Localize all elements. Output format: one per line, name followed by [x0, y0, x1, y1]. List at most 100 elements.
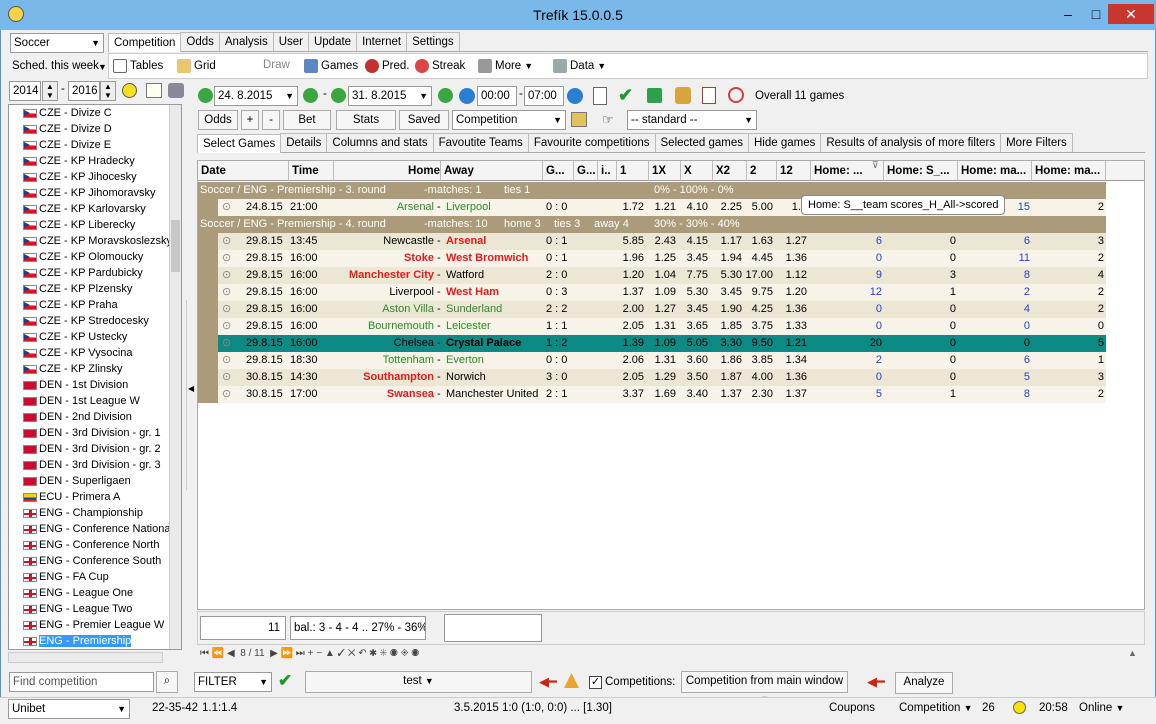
- column-header[interactable]: Time: [289, 161, 334, 181]
- cell-home[interactable]: Southampton: [363, 369, 434, 386]
- competition-item[interactable]: ENG - League Two: [9, 601, 181, 617]
- row-arrow-icon[interactable]: ⊙: [222, 199, 231, 216]
- refresh-icon[interactable]: [567, 88, 583, 104]
- match-row[interactable]: ⊙ 29.8.15 16:00 Liverpool - West Ham 0 : 3 1.37…: [198, 284, 1106, 301]
- column-header[interactable]: X2: [713, 161, 747, 181]
- competition-item[interactable]: CZE - KP Plzensky: [9, 281, 181, 297]
- plus-button[interactable]: +: [241, 110, 259, 130]
- tag-icon[interactable]: [168, 83, 184, 98]
- scrollbar-thumb[interactable]: [171, 220, 180, 272]
- report-icon[interactable]: [702, 87, 716, 104]
- excel-icon[interactable]: [647, 88, 662, 103]
- column-header[interactable]: Home: S_...: [884, 161, 958, 181]
- filter-select[interactable]: FILTER ▼: [194, 672, 272, 692]
- games-button[interactable]: Games: [304, 59, 358, 73]
- cell-home[interactable]: Swansea: [387, 386, 434, 403]
- coupons-button[interactable]: Coupons: [829, 702, 875, 714]
- user-icon[interactable]: [675, 87, 691, 104]
- competition-item[interactable]: DEN - 1st Division: [9, 377, 181, 393]
- cell-away[interactable]: Everton: [446, 352, 484, 369]
- competition-item[interactable]: DEN - 3rd Division - gr. 1: [9, 425, 181, 441]
- column-header[interactable]: Home: ma...: [958, 161, 1032, 181]
- sub-tab[interactable]: Details: [280, 133, 328, 152]
- more-button[interactable]: More ▼: [478, 59, 533, 73]
- cell-away[interactable]: Manchester United: [446, 386, 538, 403]
- competition-item[interactable]: ENG - Premiership: [9, 633, 181, 649]
- date-from[interactable]: 24. 8.2015 ▼: [214, 86, 298, 106]
- row-arrow-icon[interactable]: ⊙: [222, 386, 231, 403]
- match-row[interactable]: ⊙ 29.8.15 16:00 Chelsea - Crystal Palace 1 : 2…: [198, 335, 1106, 352]
- sub-tab[interactable]: Columns and stats: [326, 133, 434, 152]
- draw-button[interactable]: Draw: [263, 59, 290, 71]
- sub-tab[interactable]: Favourite competitions: [527, 133, 656, 152]
- column-header[interactable]: Away: [441, 161, 543, 181]
- cell-away[interactable]: Leicester: [446, 318, 491, 335]
- prev-date-icon[interactable]: [198, 88, 213, 103]
- bet-button[interactable]: Bet: [283, 110, 331, 130]
- expand-icon[interactable]: ▲: [1128, 648, 1137, 658]
- column-header[interactable]: 12: [777, 161, 811, 181]
- filter-icon[interactable]: ⊽: [872, 160, 879, 171]
- match-row[interactable]: ⊙ 30.8.15 14:30 Southampton - Norwich 3 : 0 2.0…: [198, 369, 1106, 386]
- cell-away[interactable]: Liverpool: [446, 199, 491, 216]
- close-button[interactable]: ✕: [1108, 4, 1154, 24]
- year-from-spinner-icon[interactable]: ▲ ▼: [42, 81, 58, 101]
- competition-item[interactable]: CZE - Divize C: [9, 105, 181, 121]
- cell-home[interactable]: Chelsea: [394, 335, 434, 352]
- cell-home[interactable]: Newcastle: [383, 233, 434, 250]
- sport-select[interactable]: Soccer ▼: [10, 33, 104, 53]
- apply-filter-icon[interactable]: ✔: [278, 671, 292, 691]
- menu-tab[interactable]: Settings: [406, 32, 460, 51]
- year-from[interactable]: 2014: [9, 81, 41, 101]
- column-header[interactable]: Home: [334, 161, 441, 181]
- competition-item[interactable]: CZE - KP Zlinsky: [9, 361, 181, 377]
- standard-select[interactable]: -- standard -- ▼: [627, 110, 757, 130]
- cell-home[interactable]: Aston Villa: [382, 301, 434, 318]
- cell-home[interactable]: Stoke: [404, 250, 434, 267]
- competition-item[interactable]: ENG - Conference North: [9, 537, 181, 553]
- row-arrow-icon[interactable]: ⊙: [222, 352, 231, 369]
- menu-tab[interactable]: Internet: [356, 32, 408, 51]
- cell-home[interactable]: Tottenham: [383, 352, 434, 369]
- menu-tab[interactable]: Analysis: [218, 32, 274, 51]
- cell-away[interactable]: Sunderland: [446, 301, 502, 318]
- minimize-button[interactable]: –: [1054, 4, 1082, 24]
- cell-away[interactable]: West Bromwich: [446, 250, 528, 267]
- saved-button[interactable]: Saved: [399, 110, 449, 130]
- match-row[interactable]: ⊙ 29.8.15 16:00 Stoke - West Bromwich 0 : 1 1.9…: [198, 250, 1106, 267]
- cell-away[interactable]: Arsenal: [446, 233, 486, 250]
- column-header[interactable]: Home: ma...: [1032, 161, 1106, 181]
- competition-item[interactable]: CZE - Divize E: [9, 137, 181, 153]
- column-header[interactable]: 1X: [649, 161, 681, 181]
- cell-home[interactable]: Bournemouth: [368, 318, 434, 335]
- competition-item[interactable]: CZE - KP Stredocesky: [9, 313, 181, 329]
- smiley-icon[interactable]: [122, 83, 137, 98]
- competition-source-dropdown[interactable]: Competition from main window ▼: [681, 671, 848, 704]
- cell-away[interactable]: West Ham: [446, 284, 499, 301]
- sub-tab[interactable]: Hide games: [747, 133, 822, 152]
- competition-item[interactable]: CZE - KP Moravskoslezsky: [9, 233, 181, 249]
- test-dropdown[interactable]: test ▼: [305, 671, 532, 693]
- year-to-spinner-icon[interactable]: ▲ ▼: [100, 81, 116, 101]
- column-header[interactable]: 2: [747, 161, 777, 181]
- column-header[interactable]: i..: [598, 161, 617, 181]
- prev-date-to-icon[interactable]: [331, 88, 346, 103]
- match-row[interactable]: ⊙ 30.8.15 17:00 Swansea - Manchester United 2 …: [198, 386, 1106, 403]
- competition-item[interactable]: DEN - Superligaen: [9, 473, 181, 489]
- calendar-icon[interactable]: [146, 83, 162, 98]
- cell-away[interactable]: Crystal Palace: [446, 335, 521, 352]
- sub-tab[interactable]: Select Games: [197, 134, 282, 153]
- time-from[interactable]: 00:00: [477, 86, 517, 106]
- next-date-icon[interactable]: [303, 88, 318, 103]
- bookie-select[interactable]: Unibet ▼: [8, 699, 130, 719]
- document-icon[interactable]: [593, 87, 607, 105]
- year-to[interactable]: 2016: [68, 81, 100, 101]
- list-scrollbar[interactable]: [169, 105, 181, 649]
- odds-button[interactable]: Odds: [198, 110, 238, 130]
- competition-item[interactable]: CZE - KP Pardubicky: [9, 265, 181, 281]
- competitions-checkbox[interactable]: ✓: [589, 676, 602, 689]
- menu-tab[interactable]: Update: [307, 32, 358, 51]
- splitter[interactable]: ◀: [186, 300, 194, 490]
- match-row[interactable]: ⊙ 29.8.15 16:00 Aston Villa - Sunderland 2 : 2…: [198, 301, 1106, 318]
- column-header[interactable]: Date: [198, 161, 289, 181]
